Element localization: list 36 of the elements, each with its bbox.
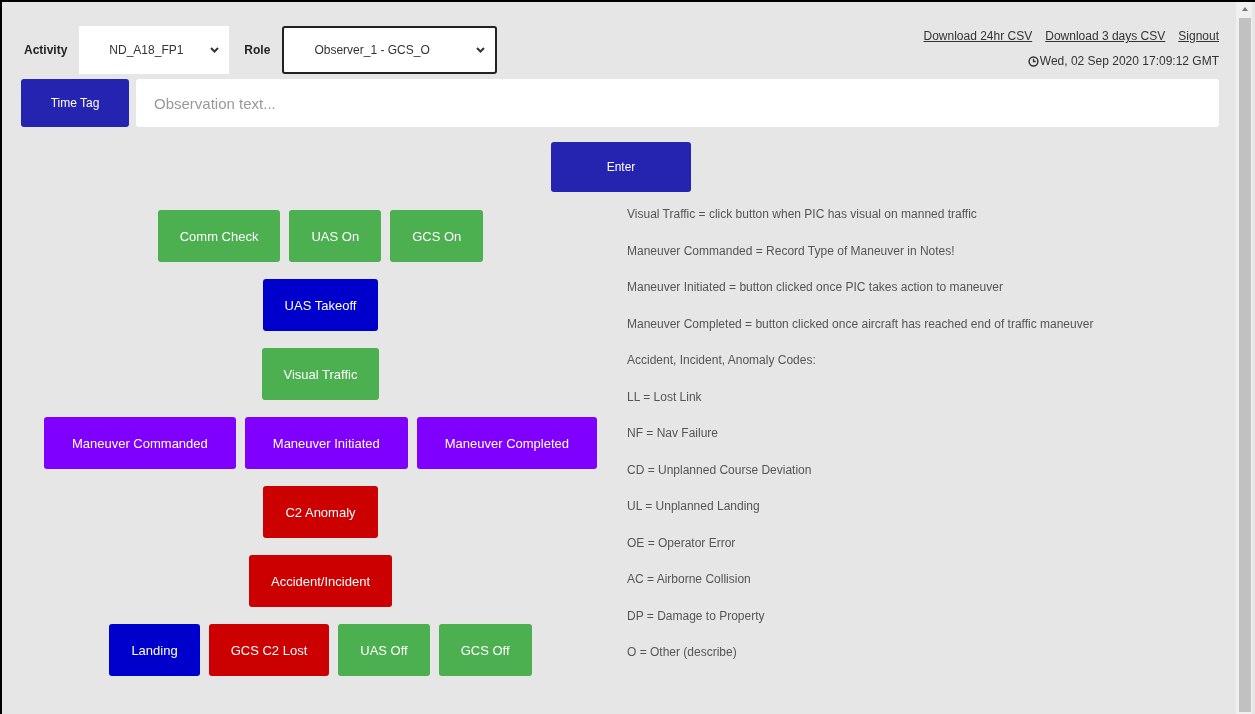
note-text: AC = Airborne Collision xyxy=(627,571,752,587)
clock-icon xyxy=(1027,55,1039,67)
link[interactable]: Download 3 days CSV xyxy=(1045,29,1166,43)
note-text: Maneuver Commanded = Record Type of Maneuver in Notes! xyxy=(627,242,956,259)
note-text: DP = Damage to Property xyxy=(627,607,766,624)
action-button[interactable]: Accident/Incident xyxy=(249,555,392,607)
note-text: OE = Operator Error xyxy=(627,534,737,551)
note-text: O = Other (describe) xyxy=(627,644,738,660)
enter-button[interactable]: Enter xyxy=(551,142,691,192)
note-text: LL = Lost Link xyxy=(627,388,703,405)
note-text: UL = Unplanned Landing xyxy=(627,498,761,514)
note-text: Accident, Incident, Anomaly Codes: xyxy=(627,352,817,368)
action-button[interactable]: UAS Takeoff xyxy=(262,279,379,331)
note-text: Maneuver Initiated = button clicked once PIC takes action to maneuver xyxy=(627,279,1004,295)
action-button[interactable]: Maneuver Commanded xyxy=(43,417,236,469)
chevron-down-icon xyxy=(210,47,220,53)
chevron-down-icon xyxy=(476,47,486,53)
link[interactable]: Download 24hr CSV xyxy=(923,29,1033,43)
activity-dropdown[interactable]: ND_A18_FP1 xyxy=(79,26,230,74)
action-button[interactable]: Maneuver Initiated xyxy=(244,417,408,469)
action-button[interactable]: Maneuver Completed xyxy=(416,417,598,469)
time-tag-button[interactable]: Time Tag xyxy=(21,79,129,127)
note-text: Visual Traffic = click button when PIC has visual on manned traffic xyxy=(627,206,978,222)
activity-label: Activity xyxy=(23,43,69,57)
action-button[interactable]: GCS C2 Lost xyxy=(208,624,330,676)
role-label: Role xyxy=(243,43,272,57)
role-dropdown[interactable]: Observer_1 - GCS_O xyxy=(282,26,498,74)
scroll-up-icon[interactable] xyxy=(1242,6,1248,11)
observation-field[interactable]: Observation text... xyxy=(136,79,1219,127)
action-button[interactable]: C2 Anomaly xyxy=(263,486,378,538)
datetime-text: Wed, 02 Sep 2020 17:09:12 GMT xyxy=(1039,54,1219,68)
note-text: Maneuver Completed = button clicked once aircraft has reached end of traffic maneuver xyxy=(627,315,1094,332)
action-button[interactable]: Landing xyxy=(109,624,200,676)
note-text: CD = Unplanned Course Deviation xyxy=(627,461,813,478)
link[interactable]: Signout xyxy=(1178,29,1219,43)
note-text: NF = Nav Failure xyxy=(627,425,720,441)
